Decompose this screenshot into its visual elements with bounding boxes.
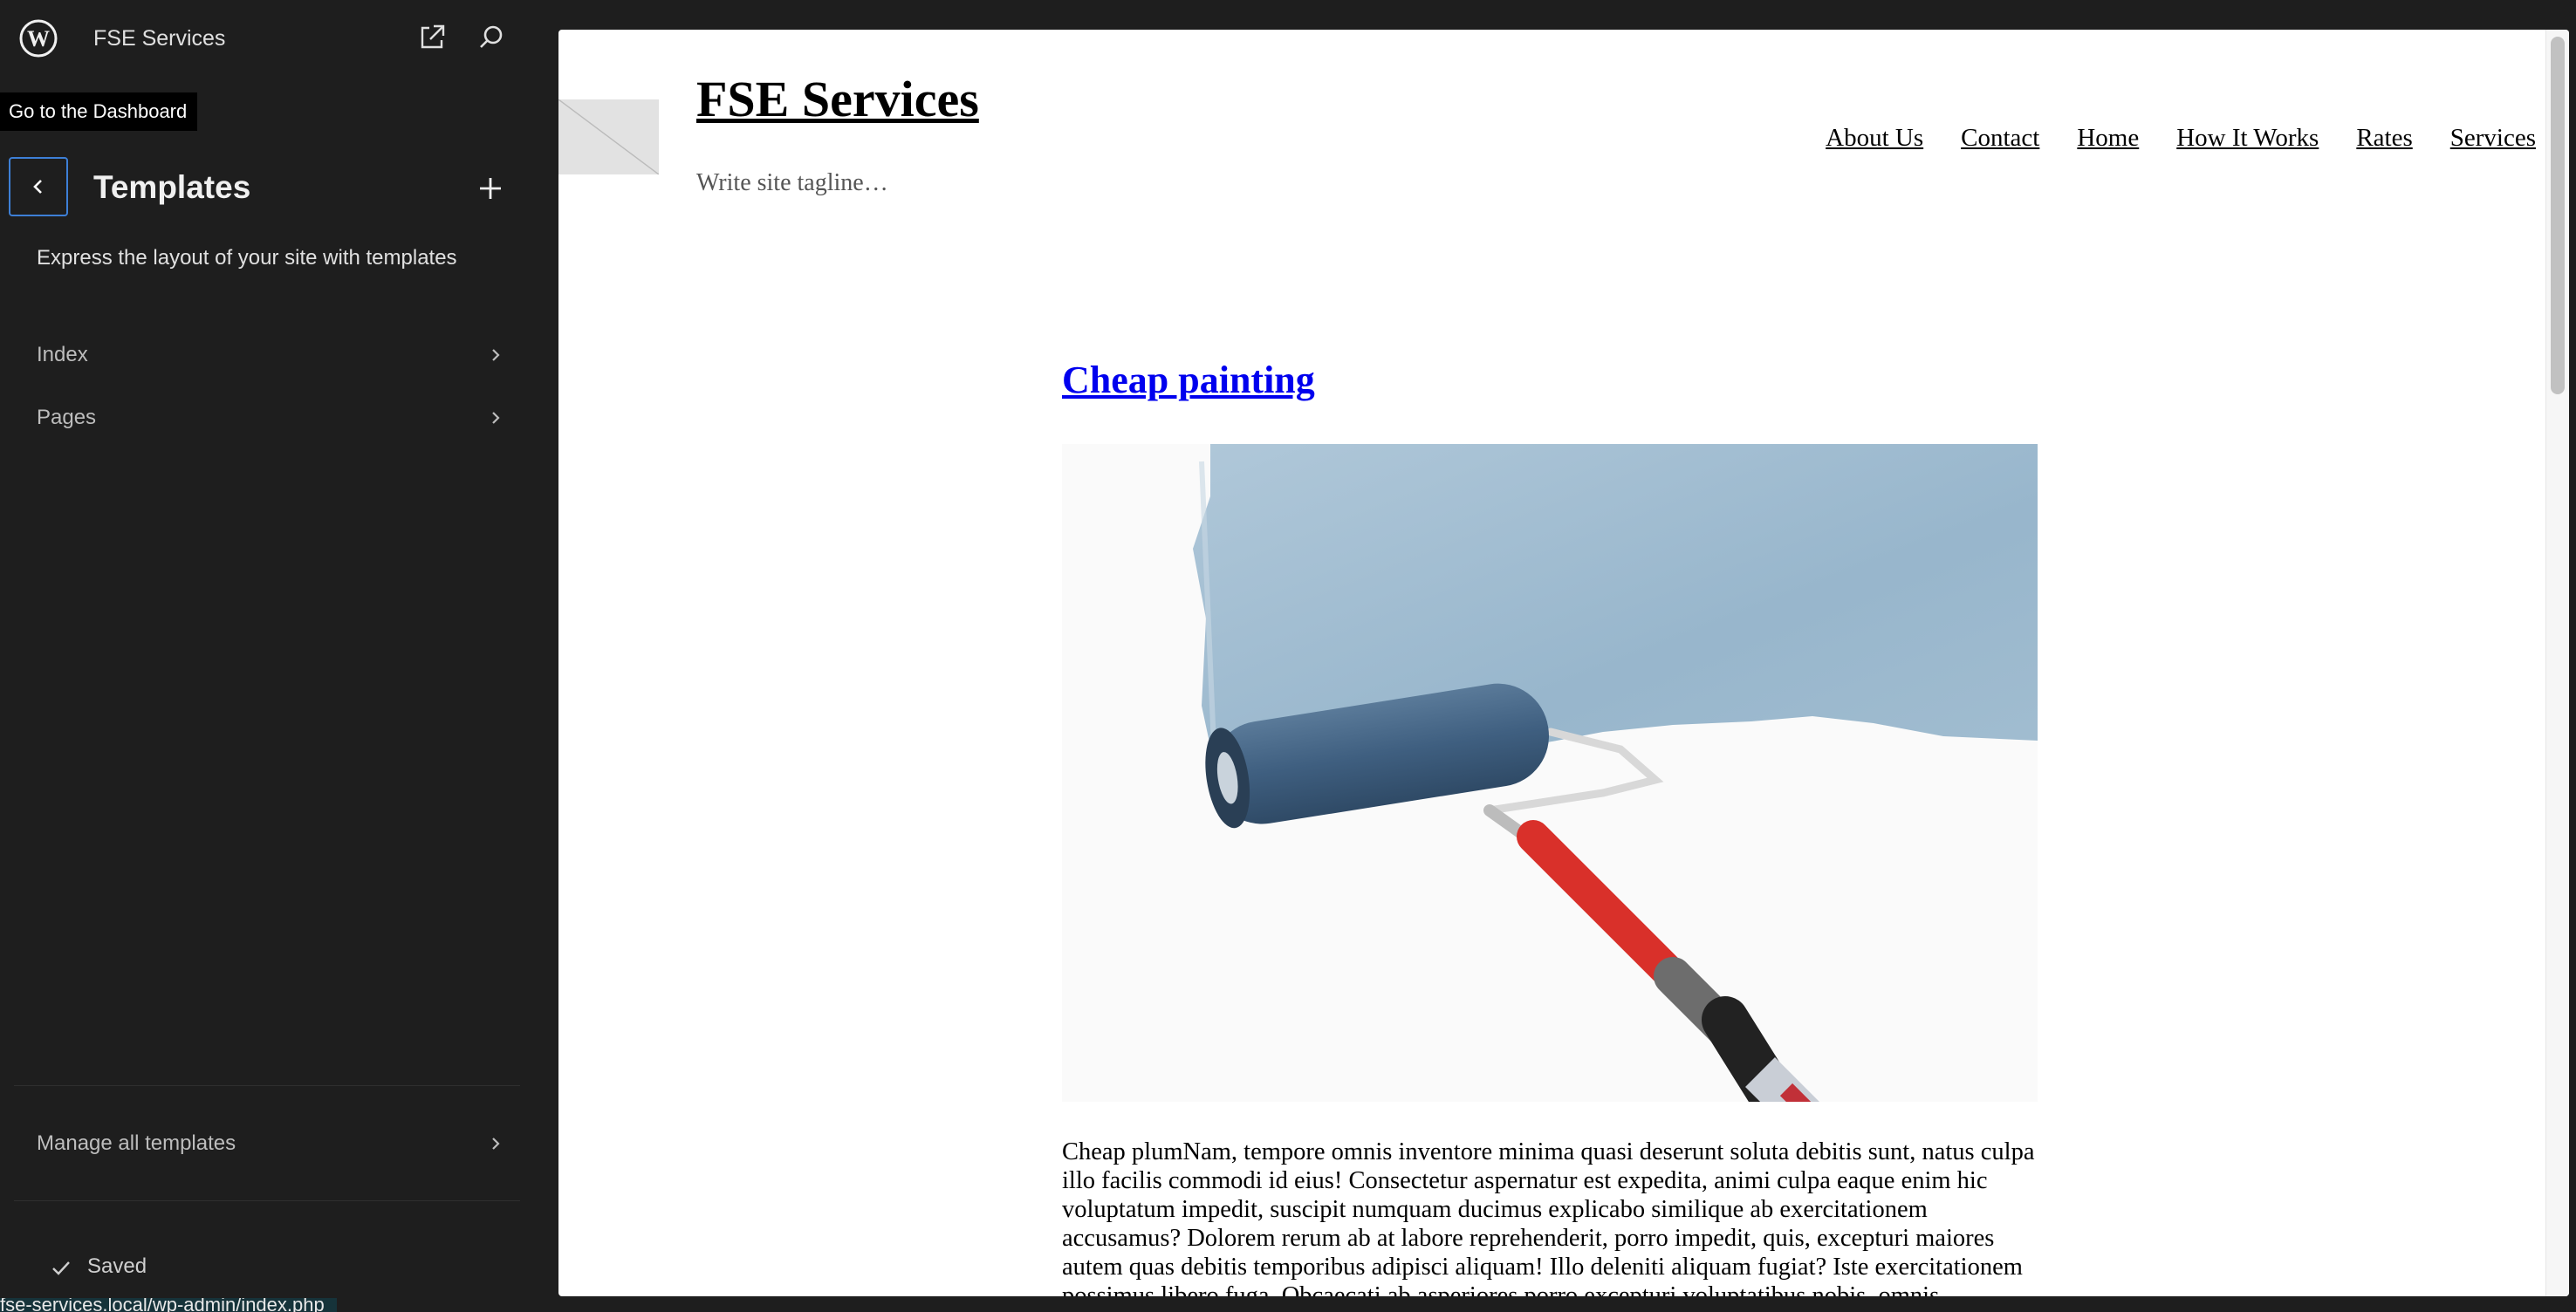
save-status-label: Saved [87,1254,147,1278]
site-title[interactable]: FSE Services [696,70,979,128]
section-title: Templates [93,169,251,205]
nav-link-about-us[interactable]: About Us [1826,124,1923,153]
nav-link-how-it-works[interactable]: How It Works [2176,124,2319,153]
search-icon[interactable] [476,23,506,52]
post-title[interactable]: Cheap painting [1062,358,1315,402]
template-item-label: Pages [37,406,97,429]
preview-scrollbar[interactable] [2545,30,2569,1296]
section-description: Express the layout of your site with tem… [37,246,457,270]
site-tagline[interactable]: Write site tagline… [696,169,888,197]
main-navigation: About Us Contact Home How It Works Rates… [1826,124,2536,153]
post-featured-image[interactable] [1062,444,2038,1102]
external-link-icon[interactable] [417,23,447,52]
chevron-right-icon [492,1138,500,1150]
chevron-right-icon [492,412,500,424]
manage-all-templates-link[interactable]: Manage all templates [26,1119,506,1168]
status-bar-url: fse-services.local/wp-admin/index.php [0,1298,337,1312]
nav-link-rates[interactable]: Rates [2356,124,2412,153]
template-item-pages[interactable]: Pages [26,393,506,442]
site-logo-placeholder[interactable] [558,99,660,175]
editor-sidebar: W FSE Services Go to the Dashboard Templ… [0,0,558,1312]
nav-link-services[interactable]: Services [2450,124,2536,153]
chevron-left-icon [33,180,42,194]
wordpress-logo-icon[interactable]: W [19,19,58,58]
check-icon [52,1261,70,1275]
site-name[interactable]: FSE Services [93,26,225,51]
chevron-right-icon [492,349,500,361]
nav-link-home[interactable]: Home [2077,124,2139,153]
add-template-button[interactable] [475,173,506,204]
template-item-index[interactable]: Index [26,331,506,379]
post-excerpt: Cheap plumNam, tempore omnis inventore m… [1062,1138,2035,1296]
scrollbar-thumb[interactable] [2551,37,2565,394]
nav-link-contact[interactable]: Contact [1961,124,2039,153]
svg-text:W: W [27,26,50,51]
template-item-label: Index [37,343,88,366]
back-button[interactable] [9,157,68,216]
divider [14,1085,520,1086]
plus-icon [480,178,501,199]
site-preview-canvas[interactable]: FSE Services Write site tagline… About U… [558,30,2569,1296]
manage-all-templates-label: Manage all templates [37,1131,236,1155]
dashboard-tooltip: Go to the Dashboard [0,92,198,131]
divider [14,1200,520,1201]
